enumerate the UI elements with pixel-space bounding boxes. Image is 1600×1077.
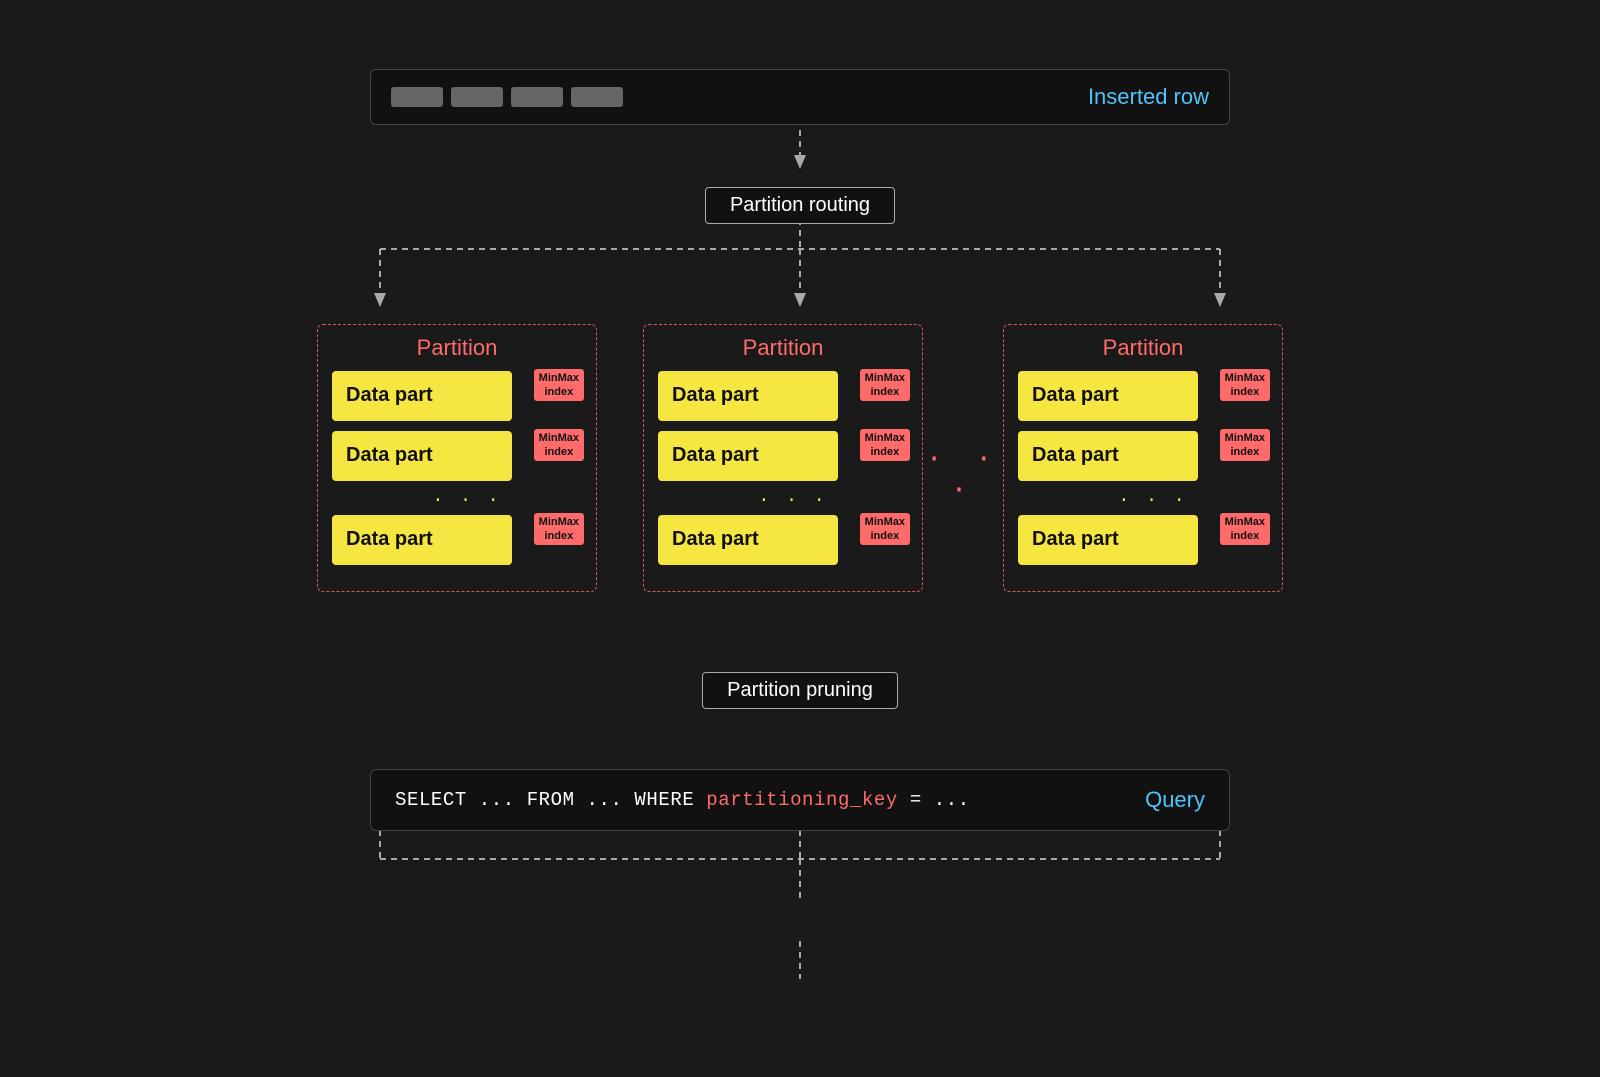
query-before: SELECT ... FROM ... WHERE (395, 789, 706, 811)
minmax-badge: MinMaxindex (860, 429, 910, 462)
data-part-box: Data part (1018, 371, 1198, 421)
data-part-box: Data part (332, 371, 512, 421)
data-part-group: MinMaxindex Data part (332, 515, 582, 565)
query-bar: SELECT ... FROM ... WHERE partitioning_k… (370, 769, 1230, 831)
row-block (391, 87, 443, 107)
partition-title-left: Partition (332, 335, 582, 361)
partition-pruning-box: Partition pruning (702, 672, 898, 709)
row-block (451, 87, 503, 107)
data-part-box: Data part (332, 431, 512, 481)
minmax-badge: MinMaxindex (1220, 369, 1270, 402)
minmax-badge: MinMaxindex (1220, 429, 1270, 462)
query-key: partitioning_key (706, 789, 898, 811)
data-part-box: Data part (658, 515, 838, 565)
data-part-box: Data part (332, 515, 512, 565)
data-part-group: MinMaxindex Data part (658, 431, 908, 481)
data-part-group: MinMaxindex Data part (1018, 515, 1268, 565)
partition-title-center: Partition (658, 335, 908, 361)
data-part-box: Data part (658, 431, 838, 481)
partition-routing-box: Partition routing (705, 187, 895, 224)
row-block (511, 87, 563, 107)
query-label: Query (1145, 787, 1205, 813)
partition-routing-label: Partition routing (730, 194, 870, 216)
inserted-row-bar: Inserted row (370, 69, 1230, 125)
minmax-badge: MinMaxindex (860, 369, 910, 402)
query-after: = ... (898, 789, 970, 811)
data-part-group: MinMaxindex Data part (658, 515, 908, 565)
partition-pruning-label: Partition pruning (727, 679, 873, 701)
middle-dots: · · · (923, 444, 1003, 506)
minmax-badge: MinMaxindex (534, 513, 584, 546)
data-part-box: Data part (1018, 431, 1198, 481)
dots-yellow: · · · (332, 491, 582, 511)
minmax-badge: MinMaxindex (534, 369, 584, 402)
inserted-row-blocks (391, 87, 623, 107)
inserted-row-label: Inserted row (1088, 84, 1209, 110)
minmax-badge: MinMaxindex (534, 429, 584, 462)
minmax-badge: MinMaxindex (1220, 513, 1270, 546)
partition-card-left: Partition MinMaxindex Data part MinMaxin… (317, 324, 597, 592)
data-part-group: MinMaxindex Data part (1018, 431, 1268, 481)
minmax-badge: MinMaxindex (860, 513, 910, 546)
data-part-box: Data part (658, 371, 838, 421)
partition-card-center: Partition MinMaxindex Data part MinMaxin… (643, 324, 923, 592)
data-part-group: MinMaxindex Data part (1018, 371, 1268, 421)
partition-title-right: Partition (1018, 335, 1268, 361)
partition-card-right: Partition MinMaxindex Data part MinMaxin… (1003, 324, 1283, 592)
data-part-box: Data part (1018, 515, 1198, 565)
row-block (571, 87, 623, 107)
dots-yellow: · · · (1018, 491, 1268, 511)
query-text: SELECT ... FROM ... WHERE partitioning_k… (395, 789, 970, 811)
data-part-group: MinMaxindex Data part (332, 371, 582, 421)
data-part-group: MinMaxindex Data part (332, 431, 582, 481)
diagram-container: Inserted row Partition routing Partition… (130, 39, 1470, 1039)
data-part-group: MinMaxindex Data part (658, 371, 908, 421)
dots-yellow: · · · (658, 491, 908, 511)
